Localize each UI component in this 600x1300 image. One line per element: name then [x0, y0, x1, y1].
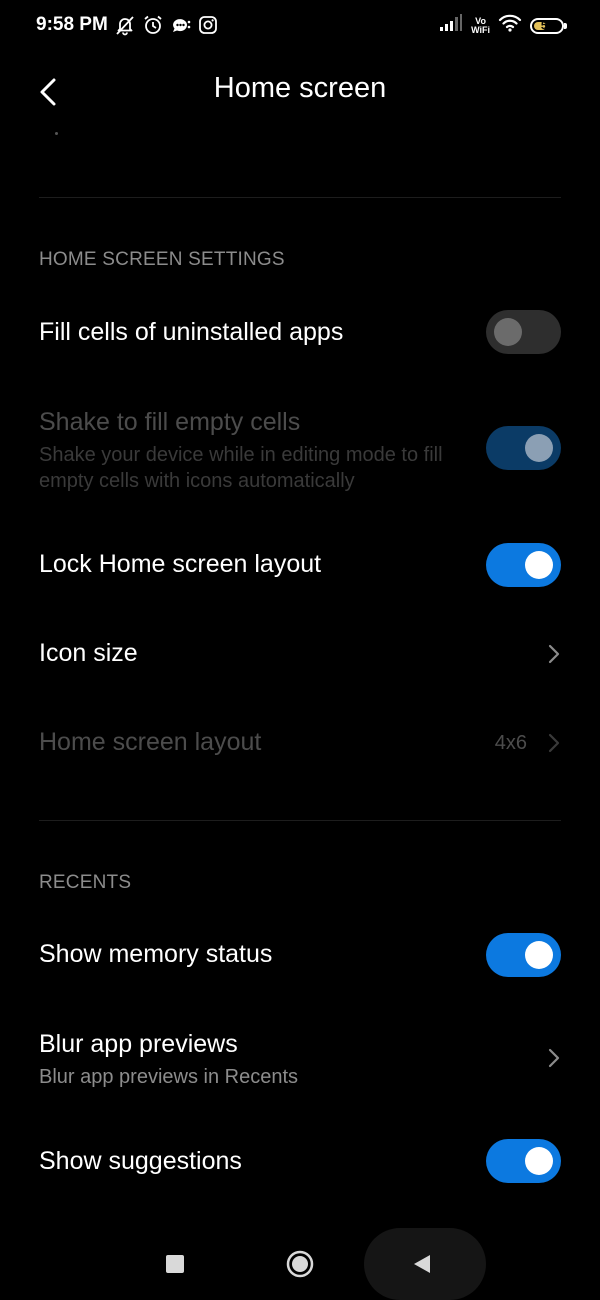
shake-to-fill-toggle [486, 426, 561, 470]
back-triangle-icon[interactable] [412, 1254, 432, 1274]
wifi-icon [498, 14, 522, 37]
vowifi-icon: Vo WiFi [471, 16, 490, 35]
divider [39, 820, 561, 821]
navigation-bar [0, 1228, 600, 1300]
toggle-knob [525, 434, 553, 462]
setting-shake-to-fill: Shake to fill empty cells Shake your dev… [0, 390, 600, 505]
setting-value: 4x6 [494, 732, 527, 754]
setting-subtitle: Shake your device while in editing mode … [39, 444, 443, 492]
chevron-right-icon [544, 729, 564, 757]
mute-notification-icon [114, 14, 136, 36]
page-title: Home screen [213, 72, 387, 104]
toggle-knob [525, 1147, 553, 1175]
setting-title: Fill cells of uninstalled apps [39, 318, 344, 346]
battery-tip [564, 22, 567, 29]
status-bar: 9:58 PM Vo WiFi 52 [0, 0, 600, 56]
chat-bubble-icon [170, 14, 192, 36]
header: Home screen [0, 56, 600, 126]
fill-cells-toggle[interactable] [486, 310, 561, 354]
chevron-right-icon [544, 640, 564, 668]
status-left-icons [114, 14, 218, 36]
status-right-icons: Vo WiFi 52 [439, 14, 567, 37]
toggle-knob [525, 551, 553, 579]
lock-layout-toggle[interactable] [486, 543, 561, 587]
divider [39, 197, 561, 198]
home-circle-icon[interactable] [285, 1249, 315, 1279]
setting-title: Shake to fill empty cells [39, 408, 301, 436]
section-title-recents: RECENTS [39, 872, 132, 893]
setting-home-screen-layout: Home screen layout 4x6 [0, 700, 600, 788]
recents-square-icon[interactable] [166, 1255, 184, 1273]
toggle-knob [494, 318, 522, 346]
setting-lock-layout[interactable]: Lock Home screen layout [0, 522, 600, 608]
setting-show-suggestions[interactable]: Show suggestions [0, 1118, 600, 1204]
scroll-dot [55, 132, 58, 135]
suggestions-toggle[interactable] [486, 1139, 561, 1183]
battery-percent: 52 [540, 19, 554, 32]
setting-icon-size[interactable]: Icon size [0, 610, 600, 698]
section-title-home-screen-settings: HOME SCREEN SETTINGS [39, 249, 285, 270]
instagram-icon [198, 15, 218, 35]
memory-status-toggle[interactable] [486, 933, 561, 977]
battery-icon: 52 [530, 17, 567, 34]
chevron-right-icon [544, 1044, 564, 1072]
setting-fill-cells[interactable]: Fill cells of uninstalled apps [0, 292, 600, 374]
toggle-knob [525, 941, 553, 969]
setting-title: Show memory status [39, 940, 273, 968]
vowifi-bottom: WiFi [471, 24, 490, 35]
setting-show-memory-status[interactable]: Show memory status [0, 912, 600, 998]
alarm-icon [142, 14, 164, 36]
signal-icon [439, 14, 463, 37]
status-time: 9:58 PM [36, 14, 108, 35]
setting-subtitle: Blur app previews in Recents [39, 1066, 299, 1088]
setting-title: Lock Home screen layout [39, 550, 322, 578]
setting-title: Home screen layout [39, 728, 262, 756]
setting-blur-app-previews[interactable]: Blur app previews Blur app previews in R… [0, 1012, 600, 1104]
setting-title: Show suggestions [39, 1147, 242, 1175]
setting-title: Blur app previews [39, 1030, 238, 1058]
setting-title: Icon size [39, 639, 138, 667]
